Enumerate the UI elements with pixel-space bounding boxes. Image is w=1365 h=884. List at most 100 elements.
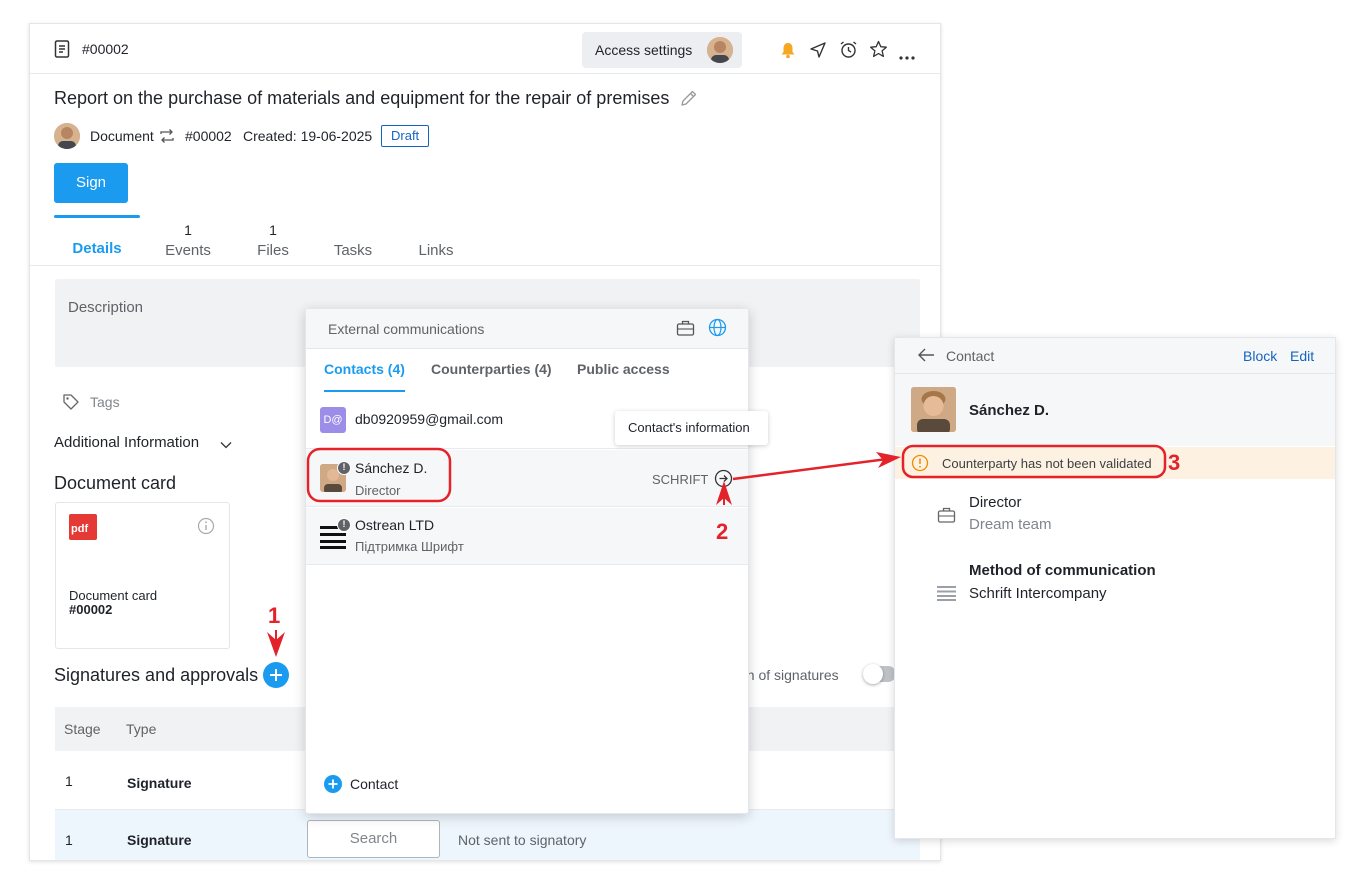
row-stage: 1 (65, 773, 73, 789)
list-item[interactable]: ! Ostrean LTD Підтримка Шрифт (306, 508, 748, 565)
signatures-toggle[interactable] (863, 664, 896, 684)
document-id: #00002 (82, 41, 129, 57)
contact-photo (911, 387, 956, 432)
arrow-right-circle-icon[interactable] (714, 469, 733, 493)
warning-text: Counterparty has not been validated (942, 456, 1152, 471)
card-id: #00002 (69, 602, 113, 617)
author-avatar (54, 123, 80, 149)
tooltip-text: Contact's information (628, 420, 750, 435)
tag-icon[interactable] (62, 393, 80, 416)
validation-warning: Counterparty has not been validated (895, 447, 1335, 479)
tab-details[interactable]: Details (54, 214, 140, 257)
company-sub: Підтримка Шрифт (355, 539, 464, 554)
block-link[interactable]: Block (1243, 348, 1277, 364)
tab-tasks-label: Tasks (333, 242, 373, 259)
access-settings-button[interactable]: Access settings (582, 32, 742, 68)
info-icon[interactable] (197, 517, 215, 540)
external-communications-popup: External communications Contacts (4) Cou… (305, 308, 768, 814)
row-type: Signature (127, 775, 192, 791)
tab-links-label: Links (418, 242, 454, 259)
table-row[interactable]: 1 Signature Search Not sent to signatory (55, 810, 920, 860)
additional-info-toggle[interactable]: Additional Information (54, 434, 199, 451)
contact-panel: Contact Block Edit Sánchez D. Counterpar… (894, 337, 1336, 839)
popup-header: External communications (306, 309, 748, 349)
tab-public-access[interactable]: Public access (577, 361, 670, 377)
star-icon[interactable] (869, 40, 888, 64)
contacts-info-tooltip: Contact's information (615, 411, 768, 445)
alert-badge-icon: ! (337, 461, 351, 475)
pdf-label: pdf (71, 523, 89, 535)
briefcase-icon[interactable] (676, 319, 695, 342)
alert-badge-icon: ! (337, 518, 351, 532)
add-signature-button[interactable] (263, 662, 289, 693)
tab-details-label: Details (72, 240, 122, 257)
tab-tasks-count (326, 222, 380, 240)
send-icon[interactable] (809, 41, 827, 64)
tab-files[interactable]: 1 Files (248, 222, 298, 259)
tab-events[interactable]: 1 Events (158, 222, 218, 259)
tab-files-label: Files (257, 242, 289, 259)
email-avatar: D@ (320, 407, 346, 433)
alarm-clock-icon[interactable] (839, 40, 858, 64)
bell-icon[interactable] (779, 41, 797, 64)
document-title: Report on the purchase of materials and … (54, 88, 670, 108)
sign-button[interactable]: Sign (54, 163, 128, 203)
document-topbar: #00002 Access settings (30, 24, 940, 74)
signatures-toggle-label: on of signatures (739, 667, 839, 683)
document-card-heading: Document card (54, 473, 177, 493)
repeat-icon (158, 127, 176, 150)
globe-icon[interactable] (708, 318, 727, 342)
tab-files-count: 1 (269, 222, 277, 238)
contact-email: db0920959@gmail.com (355, 411, 504, 427)
card-name: Document card (69, 588, 158, 603)
contact-panel-title: Contact (946, 348, 995, 364)
access-avatar (707, 37, 733, 63)
contact-name: Sánchez D. (355, 460, 428, 476)
more-icon[interactable] (899, 47, 915, 65)
tab-links[interactable]: Links (411, 222, 461, 259)
contact-role: Director (355, 483, 401, 498)
method-value: Schrift Intercompany (969, 585, 1107, 602)
contact-company: SCHRIFT (652, 472, 709, 487)
method-label: Method of communication (969, 562, 1156, 579)
annotation-3: 3 (1168, 450, 1181, 475)
briefcase-icon (937, 506, 956, 529)
annotation-2: 2 (716, 519, 729, 544)
contact-profile: Sánchez D. (895, 374, 1335, 446)
search-placeholder: Search (349, 830, 398, 847)
add-contact-button[interactable]: Contact (350, 776, 398, 792)
edit-pencil-icon[interactable] (679, 88, 699, 113)
tab-counterparties[interactable]: Counterparties (4) (431, 361, 552, 377)
tab-events-count: 1 (184, 222, 192, 238)
tab-links-count (411, 222, 461, 240)
signatures-heading: Signatures and approvals (54, 665, 259, 685)
tab-tasks[interactable]: Tasks (326, 222, 380, 259)
document-card[interactable]: pdf Document card #00002 (55, 502, 230, 649)
company-name: Ostrean LTD (355, 517, 435, 533)
list-item[interactable]: ! Sánchez D. Director SCHRIFT (306, 450, 748, 507)
meta-id: #00002 (185, 128, 232, 144)
description-label: Description (68, 299, 144, 316)
tab-details-count (54, 214, 140, 232)
back-arrow-icon[interactable] (917, 347, 935, 368)
meta-created: Created: 19-06-2025 (243, 128, 373, 144)
row-status: Not sent to signatory (458, 832, 587, 848)
edit-link[interactable]: Edit (1290, 348, 1314, 364)
header-type: Type (126, 721, 157, 737)
add-contact-plus-icon[interactable] (324, 775, 342, 798)
chevron-down-icon[interactable] (220, 437, 232, 455)
method-list-icon (937, 585, 956, 606)
tags-label[interactable]: Tags (90, 394, 120, 410)
document-icon (54, 40, 70, 63)
pdf-icon: pdf (69, 514, 97, 540)
meta-type: Document (90, 128, 154, 144)
tab-contacts[interactable]: Contacts (4) (324, 361, 405, 377)
contact-panel-header: Contact Block Edit (895, 338, 1335, 374)
contact-panel-name: Sánchez D. (969, 402, 1050, 419)
contact-position: Director (969, 494, 1022, 511)
signatory-search-input[interactable]: Search (307, 820, 440, 858)
popup-title: External communications (328, 321, 485, 337)
tabs-divider (30, 265, 940, 266)
access-settings-label: Access settings (595, 42, 693, 58)
warning-icon (911, 454, 929, 477)
